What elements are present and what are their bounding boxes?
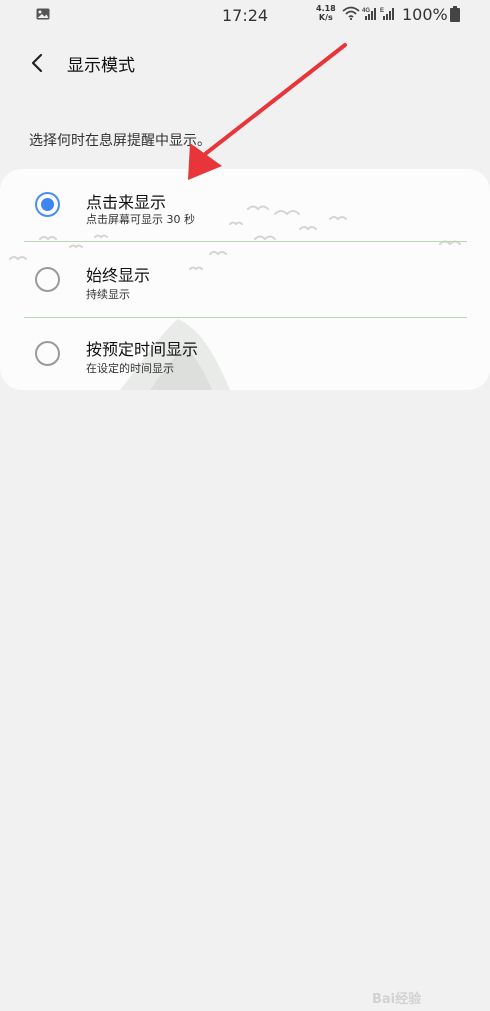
page-title: 显示模式 [67,56,135,76]
network-speed-value: 4.18 [316,4,336,13]
battery-percent: 100% [402,5,448,24]
svg-text:E: E [380,8,384,14]
option-always-show[interactable]: 始终显示 持续显示 [0,244,490,316]
option-subtitle: 持续显示 [86,288,130,301]
divider [24,317,467,318]
status-time: 17:24 [222,6,269,25]
option-tap-to-show[interactable]: 点击来显示 点击屏幕可显示 30 秒 [0,169,490,241]
option-title: 按预定时间显示 [86,340,199,359]
signal-e-icon: E [380,8,394,20]
option-subtitle: 点击屏幕可显示 30 秒 [86,213,195,226]
screen: 17:24 4.18 K/s 4G E 100% 显示模式 选择何时在息屏提醒中… [0,0,490,1011]
option-title: 点击来显示 [86,193,167,212]
radio-tap-to-show[interactable] [35,192,60,217]
back-button[interactable] [22,48,52,78]
status-bar: 17:24 4.18 K/s 4G E 100% [0,0,490,30]
network-speed: 4.18 K/s [316,4,336,22]
divider [24,241,467,242]
network-speed-unit: K/s [318,13,333,22]
header: 显示模式 [0,40,490,84]
battery-icon [450,6,460,22]
display-mode-options-card: 点击来显示 点击屏幕可显示 30 秒 始终显示 持续显示 按预定时间显示 在设定… [0,169,490,390]
back-arrow-icon [31,53,43,73]
radio-always-show[interactable] [35,267,60,292]
option-subtitle: 在设定的时间显示 [86,362,174,375]
svg-text:4G: 4G [362,8,370,14]
wifi-icon [342,6,360,20]
gallery-notification-icon [36,8,50,20]
signal-4g-icon: 4G [362,8,376,20]
description-text: 选择何时在息屏提醒中显示。 [29,133,211,149]
option-scheduled-show[interactable]: 按预定时间显示 在设定的时间显示 [0,319,490,390]
option-title: 始终显示 [86,266,151,285]
baidu-jingyan-watermark: Bai经验 [372,992,422,1007]
radio-scheduled-show[interactable] [35,341,60,366]
